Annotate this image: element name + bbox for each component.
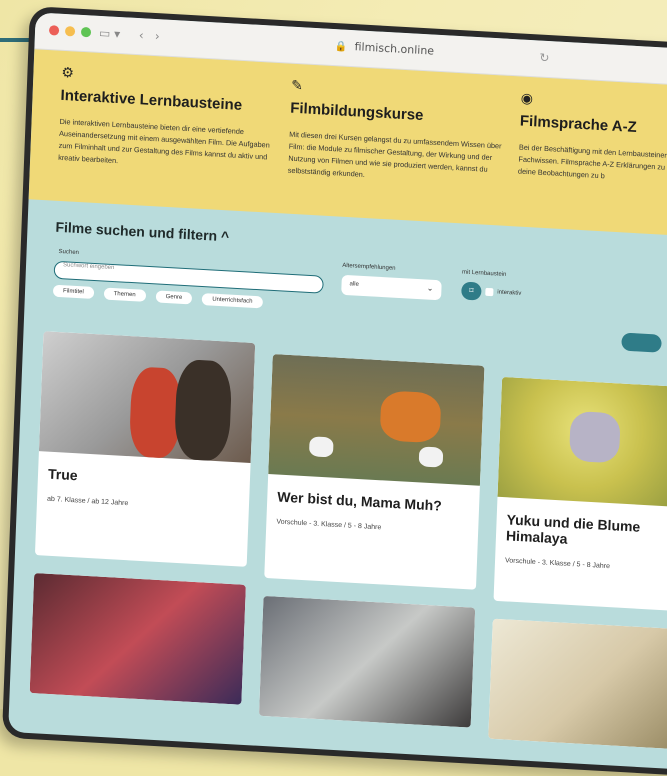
film-card[interactable]: [258, 595, 476, 728]
close-dot[interactable]: [48, 25, 60, 36]
figure-shape: [379, 390, 442, 444]
film-age: ab 7. Klasse / ab 12 Jahre: [46, 495, 129, 508]
sidebar-icon[interactable]: ▭ ▾: [99, 26, 121, 41]
chip-unterrichtsfach[interactable]: Unterrichtsfach: [202, 293, 263, 309]
lernbaustein-toggle[interactable]: ⌑: [461, 281, 482, 301]
url-text: filmisch.online: [354, 40, 435, 58]
lock-icon: 🔒: [334, 41, 348, 53]
film-card[interactable]: [488, 618, 667, 751]
search-label: Suchen: [58, 248, 80, 257]
hero-title: Filmbildungskurse: [289, 99, 424, 125]
film-thumbnail: [497, 376, 667, 509]
hero-title: Filmsprache A-Z: [519, 112, 638, 137]
hero-column-filmsprache[interactable]: ◉ Filmsprache A-Z Bei der Beschäftigung …: [518, 91, 667, 190]
hero-column-lernbausteine[interactable]: ⚙ Interaktive Lernbausteine Die interakt…: [58, 65, 276, 176]
figure-shape: [128, 366, 183, 459]
film-meta: Yuku und die Blume Himalaya Vorschule - …: [494, 497, 667, 590]
figure-shape: [308, 436, 334, 458]
film-thumbnail: [488, 618, 667, 751]
film-age: Vorschule - 3. Klasse / 5 - 8 Jahre: [276, 518, 382, 532]
film-card[interactable]: Wer bist du, Mama Muh? Vorschule - 3. Kl…: [264, 354, 485, 590]
address-bar[interactable]: 🔒 filmisch.online: [334, 39, 435, 58]
hero-text: Mit diesen drei Kursen gelangst du zu um…: [287, 129, 502, 179]
figure-shape: [173, 358, 233, 462]
film-meta: Wer bist du, Mama Muh? Vorschule - 3. Kl…: [266, 474, 480, 551]
film-age: Vorschule - 3. Klasse / 5 - 8 Jahre: [504, 557, 611, 571]
hero-column-kurse[interactable]: ✎ Filmbildungskurse Mit diesen drei Kurs…: [288, 78, 506, 189]
search-title[interactable]: Filme suchen und filtern ^: [55, 219, 229, 245]
figure-shape: [568, 410, 621, 464]
age-value: alle: [349, 281, 360, 288]
interaktiv-checkbox[interactable]: [485, 287, 494, 297]
chip-themen[interactable]: Themen: [103, 287, 146, 302]
hero-text: Bei der Beschäftigung mit den Lernbauste…: [517, 142, 667, 181]
maximize-dot[interactable]: [80, 26, 92, 38]
forward-icon[interactable]: ›: [155, 29, 160, 43]
chip-filmtitel[interactable]: Filmtitel: [52, 284, 94, 299]
age-select[interactable]: alle ⌄: [341, 274, 442, 301]
film-card[interactable]: [29, 573, 246, 705]
hero-text: Die interaktiven Lernbausteine bieten di…: [58, 116, 270, 166]
lernbaustein-label: mit Lernbaustein: [461, 269, 507, 278]
film-thumbnail: [29, 573, 246, 705]
interaktiv-label: interaktiv: [497, 289, 522, 297]
hero-title: Interaktive Lernbausteine: [60, 86, 243, 114]
film-title: Yuku und die Blume Himalaya: [505, 511, 641, 547]
film-thumbnail: [268, 354, 485, 486]
age-label: Altersempfehlungen: [342, 262, 396, 272]
back-icon[interactable]: ‹: [139, 28, 144, 42]
browser-screen: ▭ ▾ ‹ › 🔒 filmisch.online ↻ ⚙ Interaktiv…: [8, 12, 667, 770]
tablet-frame: ▭ ▾ ‹ › 🔒 filmisch.online ↻ ⚙ Interaktiv…: [1, 6, 667, 776]
film-title: Wer bist du, Mama Muh?: [277, 488, 443, 514]
reload-icon[interactable]: ↻: [539, 51, 550, 66]
film-card[interactable]: True ab 7. Klasse / ab 12 Jahre: [34, 331, 256, 567]
film-card[interactable]: Yuku und die Blume Himalaya Vorschule - …: [493, 376, 667, 613]
film-meta: True ab 7. Klasse / ab 12 Jahre: [36, 451, 250, 528]
film-thumbnail: [38, 331, 256, 463]
minimize-dot[interactable]: [64, 25, 76, 37]
film-title: True: [47, 465, 78, 484]
chip-genre[interactable]: Genre: [155, 290, 193, 305]
window-controls: [48, 25, 92, 38]
chevron-down-icon: ⌄: [426, 283, 434, 293]
filter-submit-button[interactable]: [621, 332, 662, 353]
search-placeholder: Suchwort eingeben: [62, 262, 115, 272]
film-thumbnail: [258, 595, 476, 728]
figure-shape: [418, 446, 444, 468]
